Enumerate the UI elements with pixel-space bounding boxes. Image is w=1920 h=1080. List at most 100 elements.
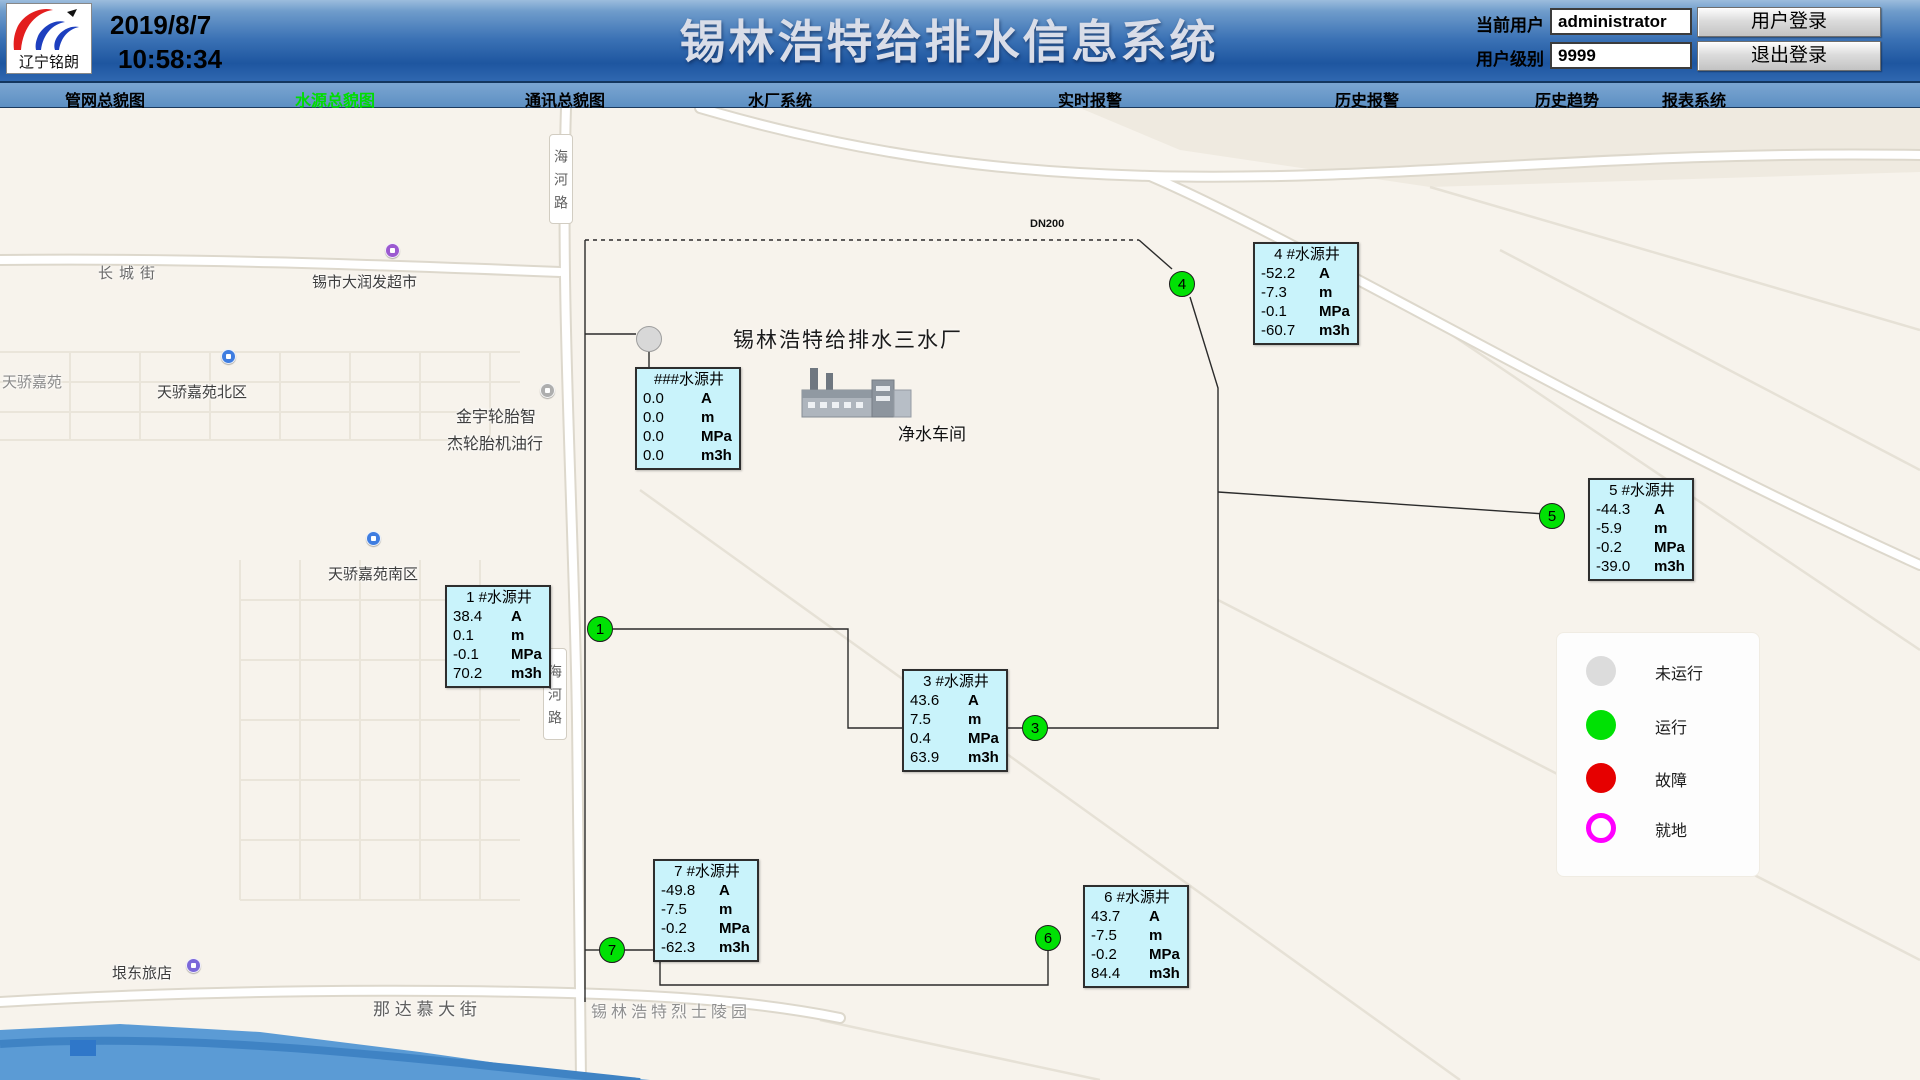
nav-item-report-system[interactable]: 报表系统 [1662, 87, 1726, 111]
street-label-nadamu: 那 达 慕 大 街 [373, 995, 477, 1020]
well-unit: A [1319, 264, 1330, 283]
well-value: -0.1 [453, 645, 511, 664]
well-node-1[interactable]: 1 [587, 616, 613, 642]
well-data-box-5: 5 #水源井 -44.3A -5.9m -0.2MPa -39.0m3h [1588, 478, 1694, 581]
logout-button[interactable]: 退出登录 [1697, 41, 1881, 71]
well-value: 43.7 [1091, 907, 1149, 926]
well-unit: A [1654, 500, 1665, 519]
legend-label: 未运行 [1655, 660, 1703, 684]
well-unit: m3h [701, 446, 732, 465]
date-text: 2019/8/7 [110, 8, 222, 42]
well-node-6[interactable]: 6 [1035, 925, 1061, 951]
residence-north-icon [221, 349, 236, 364]
well-value: -39.0 [1596, 557, 1654, 576]
nav-item-history-trend[interactable]: 历史趋势 [1535, 87, 1599, 111]
login-button[interactable]: 用户登录 [1697, 7, 1881, 37]
well-node-number: 6 [1044, 930, 1052, 947]
well-value: -44.3 [1596, 500, 1654, 519]
supermarket-icon [385, 243, 400, 258]
hotel-icon [186, 958, 201, 973]
well-unit: m [1319, 283, 1332, 302]
well-value: -7.3 [1261, 283, 1319, 302]
well-unit: m3h [968, 748, 999, 767]
well-node-4[interactable]: 4 [1169, 271, 1195, 297]
well-title: ###水源井 [643, 370, 735, 389]
well-node-7[interactable]: 7 [599, 937, 625, 963]
user-level-input[interactable] [1550, 42, 1692, 69]
well-unit: m [511, 626, 524, 645]
company-logo: 辽宁铭朗 [6, 3, 92, 74]
well-value: 0.1 [453, 626, 511, 645]
nav-item-water-plant-system[interactable]: 水厂系统 [748, 87, 812, 111]
tire-shop-icon [540, 383, 555, 398]
well-value: -0.1 [1261, 302, 1319, 321]
well-value: 63.9 [910, 748, 968, 767]
well-unit: m [1654, 519, 1667, 538]
well-node-number: 7 [608, 942, 616, 959]
legend-label: 就地 [1655, 817, 1687, 841]
well-data-box-3: 3 #水源井 43.6A 7.5m 0.4MPa 63.9m3h [902, 669, 1008, 772]
well-unit: m3h [1654, 557, 1685, 576]
well-value: -7.5 [661, 900, 719, 919]
status-legend: 未运行 运行 故障 就地 [1556, 632, 1760, 877]
well-unit: m [719, 900, 732, 919]
nav-item-realtime-alarm[interactable]: 实时报警 [1058, 87, 1122, 111]
well-unit: A [968, 691, 979, 710]
legend-local-ring [1586, 813, 1616, 843]
well-value: -0.2 [1091, 945, 1149, 964]
well-data-box-7: 7 #水源井 -49.8A -7.5m -0.2MPa -62.3m3h [653, 859, 759, 962]
factory-icon [802, 368, 911, 417]
well-unit: m [701, 408, 714, 427]
well-node-2[interactable] [636, 326, 662, 352]
well-title: 1 #水源井 [453, 588, 545, 607]
logo-swoosh-icon [7, 4, 91, 54]
well-unit: m3h [1319, 321, 1350, 340]
poi-label-supermarket: 锡市大润发超市 [312, 271, 417, 292]
nav-item-pipe-network-overview[interactable]: 管网总貌图 [65, 87, 145, 111]
well-value: 7.5 [910, 710, 968, 729]
current-user-input[interactable] [1550, 8, 1692, 35]
well-title: 5 #水源井 [1596, 481, 1688, 500]
well-unit: MPa [1149, 945, 1180, 964]
legend-label: 运行 [1655, 714, 1687, 738]
well-unit: A [1149, 907, 1160, 926]
well-unit: m3h [719, 938, 750, 957]
plant-name-label: 锡林浩特给排水三水厂 [733, 324, 963, 354]
poi-label-hotel: 垠东旅店 [112, 962, 172, 983]
legend-running-dot [1586, 710, 1616, 740]
nav-item-water-source-overview[interactable]: 水源总貌图 [295, 87, 375, 111]
legend-item-not-running: 未运行 [1557, 656, 1759, 686]
well-unit: MPa [968, 729, 999, 748]
well-value: 84.4 [1091, 964, 1149, 983]
well-node-3[interactable]: 3 [1022, 715, 1048, 741]
well-value: 38.4 [453, 607, 511, 626]
well-value: -60.7 [1261, 321, 1319, 340]
nav-item-history-alarm[interactable]: 历史报警 [1335, 87, 1399, 111]
well-data-box-1: 1 #水源井 38.4A 0.1m -0.1MPa 70.2m3h [445, 585, 551, 688]
well-value: 0.0 [643, 427, 701, 446]
system-title: 锡林浩特给排水信息系统 [680, 6, 1219, 72]
poi-label-tianjiao: 天骄嘉苑 [2, 371, 62, 392]
legend-label: 故障 [1655, 767, 1687, 791]
well-unit: MPa [701, 427, 732, 446]
legend-item-running: 运行 [1557, 710, 1759, 740]
well-unit: A [719, 881, 730, 900]
main-menu-bar: 管网总貌图 水源总貌图 通讯总貌图 水厂系统 实时报警 历史报警 历史趋势 报表… [0, 81, 1920, 108]
well-title: 3 #水源井 [910, 672, 1002, 691]
well-data-box-4: 4 #水源井 -52.2A -7.3m -0.1MPa -60.7m3h [1253, 242, 1359, 345]
legend-idle-dot [1586, 656, 1616, 686]
well-unit: m [968, 710, 981, 729]
well-value: 70.2 [453, 664, 511, 683]
well-unit: MPa [1654, 538, 1685, 557]
well-unit: m3h [1149, 964, 1180, 983]
well-value: 0.0 [643, 389, 701, 408]
map-canvas[interactable] [0, 108, 1920, 1080]
well-title: 4 #水源井 [1261, 245, 1353, 264]
current-user-label: 当前用户 [1464, 11, 1544, 36]
well-unit: A [701, 389, 712, 408]
nav-item-communication-overview[interactable]: 通讯总貌图 [525, 87, 605, 111]
residence-south-icon [366, 531, 381, 546]
poi-label-tianjiao-south: 天骄嘉苑南区 [328, 563, 418, 584]
well-unit: MPa [511, 645, 542, 664]
well-node-5[interactable]: 5 [1539, 503, 1565, 529]
